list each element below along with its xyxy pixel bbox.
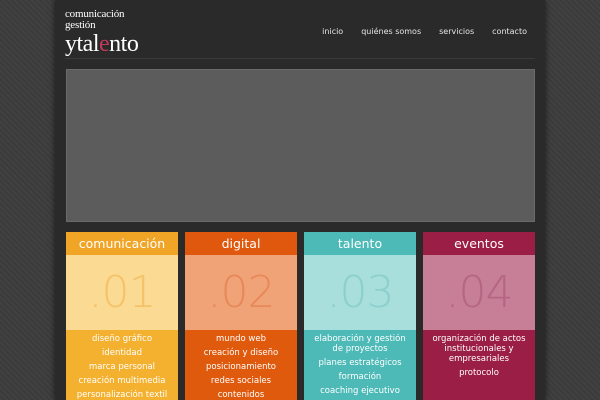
nav-item-quienes-somos[interactable]: quiénes somos [361,27,421,36]
nav-item-inicio[interactable]: inicio [322,27,343,36]
logo-line-3: ytalento [65,32,185,56]
nav-item-servicios[interactable]: servicios [439,27,474,36]
column-talento[interactable]: talento .03 elaboración y gestión de pro… [304,232,416,400]
column-title[interactable]: talento [304,232,416,255]
logo-text-post: nto [109,31,139,57]
list-item[interactable]: organización de actos institucionales y … [423,334,535,364]
column-list: elaboración y gestión de proyectos plane… [304,330,416,400]
logo-line-2: gestión [65,19,96,31]
header-divider [65,58,535,59]
list-item[interactable]: redes sociales [185,376,297,386]
logo-text-pre: ytal [65,31,100,57]
column-title[interactable]: eventos [423,232,535,255]
column-title[interactable]: comunicación [66,232,178,255]
column-number: .02 [185,255,297,330]
site-logo[interactable]: comunicación gestión ytalento [65,9,185,63]
column-title[interactable]: digital [185,232,297,255]
logo-text-accent: e [99,31,110,57]
list-item[interactable]: elaboración y gestión de proyectos [304,334,416,354]
list-item[interactable]: diseño gráfico [66,334,178,344]
column-number: .01 [66,255,178,330]
list-item[interactable]: creación multimedia [66,376,178,386]
list-item[interactable]: mundo web [185,334,297,344]
column-digital[interactable]: digital .02 mundo web creación y diseño … [185,232,297,400]
column-list: diseño gráfico identidad marca personal … [66,330,178,400]
list-item[interactable]: identidad [66,348,178,358]
column-number: .04 [423,255,535,330]
list-item[interactable]: posicionamiento [185,362,297,372]
column-list: mundo web creación y diseño posicionamie… [185,330,297,400]
list-item[interactable]: protocolo [423,368,535,378]
hero-slider[interactable] [66,69,535,222]
column-list: organización de actos institucionales y … [423,330,535,400]
list-item[interactable]: creación y diseño [185,348,297,358]
list-item[interactable]: marca personal [66,362,178,372]
page-container: comunicación gestión ytalento inicio qui… [55,0,545,400]
list-item[interactable]: contenidos [185,390,297,400]
service-columns: comunicación .01 diseño gráfico identida… [66,232,535,400]
list-item[interactable]: personalización textil [66,390,178,400]
list-item[interactable]: formación [304,372,416,382]
column-number: .03 [304,255,416,330]
nav-item-contacto[interactable]: contacto [492,27,527,36]
list-item[interactable]: coaching ejecutivo [304,386,416,396]
column-eventos[interactable]: eventos .04 organización de actos instit… [423,232,535,400]
column-comunicacion[interactable]: comunicación .01 diseño gráfico identida… [66,232,178,400]
list-item[interactable]: planes estratégicos [304,358,416,368]
main-nav: inicio quiénes somos servicios contacto [322,27,527,36]
